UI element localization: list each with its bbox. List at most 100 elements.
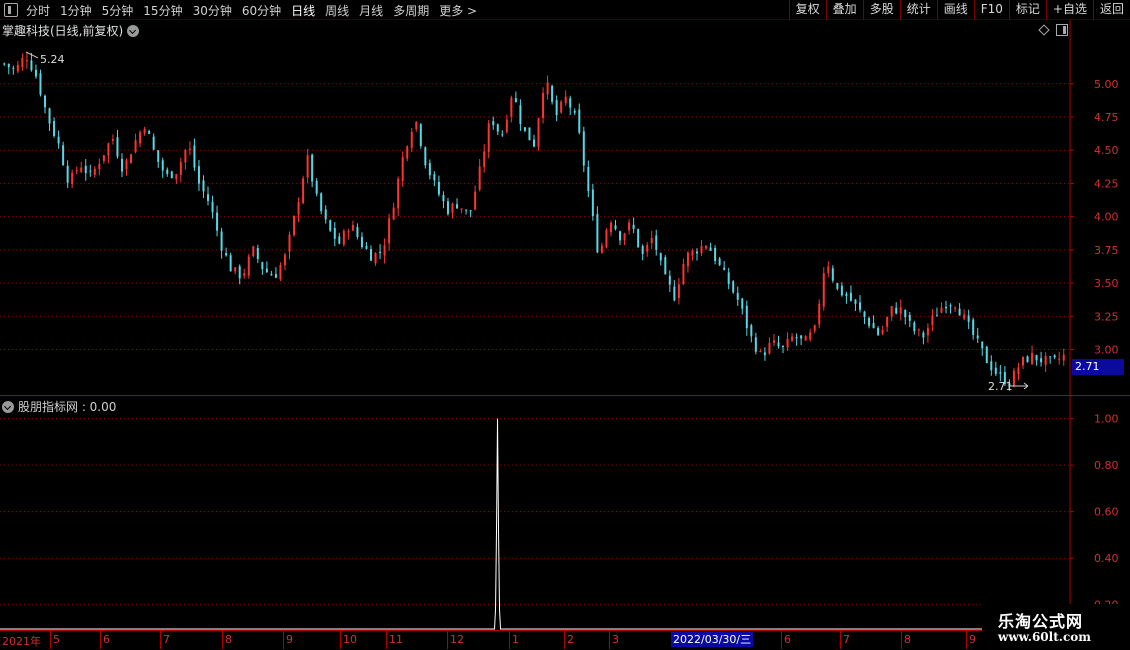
candle-body: [881, 329, 884, 334]
multi-stock-button[interactable]: 多股: [862, 0, 900, 20]
candle-body: [795, 337, 798, 339]
price-chart[interactable]: 3.00 3.25 3.50 3.75 4.00 4.25 4.50 4.75 5.00 5.24…: [0, 20, 1130, 395]
draw-line-button[interactable]: 画线: [936, 0, 974, 20]
tab-period-daily[interactable]: 日线: [287, 2, 321, 19]
candle-body: [170, 171, 173, 178]
tab-period-1min[interactable]: 1分钟: [56, 2, 98, 19]
add-watchlist-button[interactable]: +自选: [1045, 0, 1093, 20]
candle-body: [705, 245, 708, 249]
indicator-panel[interactable]: 0.200.400.600.801.00 股朋指标网 : 0.00: [0, 395, 1130, 631]
panel-toggle-icon[interactable]: [1056, 24, 1068, 36]
restore-rights-button[interactable]: 复权: [788, 0, 826, 20]
chevron-down-icon[interactable]: [127, 24, 140, 37]
candle-body: [827, 266, 830, 273]
candle-body: [614, 225, 617, 230]
tab-period-weekly[interactable]: 周线: [321, 2, 355, 19]
time-tick-label: 12: [450, 633, 464, 646]
candle-body: [1035, 354, 1038, 361]
candle-body: [370, 249, 373, 261]
candle-body: [66, 165, 69, 183]
candle-body: [433, 174, 436, 181]
candle-body: [243, 273, 246, 276]
tab-period-fenshi[interactable]: 分时: [22, 2, 56, 19]
candle-body: [193, 145, 196, 168]
candle-body: [1012, 370, 1015, 387]
tab-period-30min[interactable]: 30分钟: [189, 2, 238, 19]
candle-body: [1040, 358, 1043, 363]
candle-body: [57, 136, 60, 144]
candle-body: [999, 372, 1002, 374]
candle-body: [25, 60, 28, 62]
candle-body: [148, 131, 151, 134]
candle-body: [741, 298, 744, 309]
time-tick: [50, 631, 51, 649]
candle-body: [582, 131, 585, 166]
candle-body: [569, 98, 572, 108]
candle-body: [605, 230, 608, 248]
y-tick-label: 4.50: [1094, 144, 1119, 157]
candle-body: [139, 132, 142, 144]
candle-body: [338, 236, 341, 244]
y-tick-label: 3.50: [1094, 277, 1119, 290]
chart-toolbar: 分时 1分钟 5分钟 15分钟 30分钟 60分钟 日线 周线 月线 多周期 更…: [0, 0, 1130, 20]
tab-period-multi[interactable]: 多周期: [389, 2, 435, 19]
chevron-down-icon[interactable]: [2, 400, 14, 413]
candle-body: [646, 244, 649, 252]
tab-period-60min[interactable]: 60分钟: [238, 2, 287, 19]
candle-body: [247, 256, 250, 276]
candle-body: [591, 189, 594, 217]
time-tick: [283, 631, 284, 649]
candle-body: [514, 98, 517, 102]
time-tick: [609, 631, 610, 649]
candle-body: [609, 222, 612, 233]
back-button[interactable]: 返回: [1092, 0, 1130, 20]
candle-body: [890, 306, 893, 317]
period-tabs: 分时 1分钟 5分钟 15分钟 30分钟 60分钟 日线 周线 月线 多周期 更…: [0, 0, 483, 20]
layout-toggle-icon[interactable]: [4, 3, 18, 17]
candle-body: [985, 346, 988, 364]
tab-period-15min[interactable]: 15分钟: [139, 2, 188, 19]
tab-period-more[interactable]: 更多 >: [435, 2, 483, 19]
time-tick-label: 9: [286, 633, 293, 646]
tab-period-monthly[interactable]: 月线: [355, 2, 389, 19]
tab-period-5min[interactable]: 5分钟: [98, 2, 140, 19]
y-tick-label: 3.00: [1094, 343, 1119, 356]
time-tick-label: 5: [53, 633, 60, 646]
overlay-button[interactable]: 叠加: [825, 0, 863, 20]
candle-body: [854, 299, 857, 304]
candle-body: [967, 315, 970, 322]
candle-body: [501, 134, 504, 136]
time-tick-label: 3: [612, 633, 619, 646]
candle-body: [347, 231, 350, 233]
cursor-date-label: 2022/03/30/三: [671, 632, 754, 647]
candle-body: [972, 319, 975, 335]
candle-body: [102, 155, 105, 161]
candlestick-plot[interactable]: 3.00 3.25 3.50 3.75 4.00 4.25 4.50 4.75 5.00 5.24…: [0, 20, 1130, 395]
indicator-plot[interactable]: 0.200.400.600.801.00: [0, 396, 1130, 631]
candle-body: [619, 231, 622, 241]
candle-body: [392, 207, 395, 220]
candle-body: [161, 160, 164, 171]
candle-body: [487, 123, 490, 152]
candle-body: [279, 265, 282, 280]
candle-body: [791, 336, 794, 341]
watermark-url: www.60lt.com: [998, 630, 1091, 644]
candle-body: [315, 180, 318, 194]
candle-body: [474, 191, 477, 210]
candle-body: [39, 73, 42, 95]
candle-body: [211, 201, 214, 213]
y-tick-label: 4.75: [1094, 111, 1119, 124]
candle-body: [184, 149, 187, 163]
f10-button[interactable]: F10: [973, 0, 1009, 20]
candle-body: [668, 275, 671, 285]
high-marker-arrow: [25, 51, 39, 59]
candle-body: [324, 209, 327, 220]
mark-button[interactable]: 标记: [1008, 0, 1046, 20]
time-tick: [447, 631, 448, 649]
time-tick: [386, 631, 387, 649]
candle-body: [401, 156, 404, 182]
candle-body: [1053, 355, 1056, 358]
candle-body: [763, 352, 766, 356]
statistics-button[interactable]: 统计: [899, 0, 937, 20]
candle-body: [849, 292, 852, 301]
